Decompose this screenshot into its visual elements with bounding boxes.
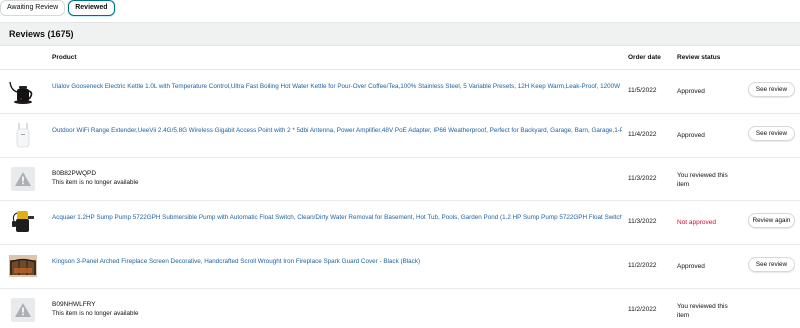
column-header-review-status: Review status bbox=[677, 54, 721, 61]
see-review-button[interactable]: See review bbox=[748, 82, 795, 97]
review-status: Approved bbox=[677, 88, 705, 95]
fireplace-screen-image[interactable] bbox=[8, 251, 38, 281]
reviews-panel: Reviews (1675) Product Order date Review… bbox=[0, 22, 800, 328]
product-title-link[interactable]: Ulalov Gooseneck Electric Kettle 1.0L wi… bbox=[52, 82, 622, 91]
sump-pump-image[interactable] bbox=[8, 207, 38, 237]
column-header-product: Product bbox=[52, 54, 77, 61]
table-row: Kingson 3-Panel Arched Fireplace Screen … bbox=[0, 245, 800, 289]
warning-icon bbox=[11, 166, 35, 191]
order-date: 11/3/2022 bbox=[628, 218, 657, 226]
product-asin: B09NHWLFRY bbox=[52, 300, 96, 308]
kettle-image[interactable] bbox=[8, 76, 38, 106]
unavailable-text: This item is no longer available bbox=[52, 309, 139, 317]
table-row: B09NHWLFRY This item is no longer availa… bbox=[0, 289, 800, 328]
product-title-link[interactable]: Kingson 3-Panel Arched Fireplace Screen … bbox=[52, 257, 622, 266]
product-title-link[interactable]: Outdoor WiFi Range Extender,UeeVii 2.4G/… bbox=[52, 126, 622, 135]
warning-icon bbox=[11, 297, 35, 322]
review-status: Not approved bbox=[677, 219, 717, 227]
tab-reviewed[interactable]: Reviewed bbox=[68, 0, 115, 16]
table-row: Ulalov Gooseneck Electric Kettle 1.0L wi… bbox=[0, 70, 800, 114]
table-row: Outdoor WiFi Range Extender,UeeVii 2.4G/… bbox=[0, 114, 800, 158]
access-point-image[interactable] bbox=[8, 120, 38, 150]
order-date: 11/2/2022 bbox=[628, 262, 657, 270]
product-asin: B0B82PWQPD bbox=[52, 169, 97, 177]
review-again-button[interactable]: Review again bbox=[748, 213, 795, 229]
panel-title: Reviews (1675) bbox=[9, 29, 74, 39]
order-date: 11/2/2022 bbox=[628, 305, 657, 313]
unavailable-text: This item is no longer available bbox=[52, 178, 139, 186]
review-status: You reviewed this item bbox=[677, 171, 728, 188]
unavailable-item-image bbox=[8, 295, 38, 325]
see-review-button[interactable]: See review bbox=[748, 257, 795, 273]
order-date: 11/4/2022 bbox=[628, 130, 657, 138]
review-status: Approved bbox=[677, 263, 705, 271]
order-date: 11/5/2022 bbox=[628, 87, 657, 94]
product-title-link[interactable]: Acquaer 1.2HP Sump Pump 5722GPH Submersi… bbox=[52, 213, 622, 222]
review-status: Approved bbox=[677, 131, 705, 139]
unavailable-item-image bbox=[8, 164, 38, 194]
see-review-button[interactable]: See review bbox=[748, 125, 795, 141]
column-header-order-date: Order date bbox=[628, 54, 661, 61]
tab-awaiting-review[interactable]: Awaiting Review bbox=[0, 0, 66, 16]
review-tabs: Awaiting Review Reviewed bbox=[0, 0, 115, 17]
table-header: Product Order date Review status bbox=[0, 46, 800, 70]
order-date: 11/3/2022 bbox=[628, 174, 657, 182]
table-row: Acquaer 1.2HP Sump Pump 5722GPH Submersi… bbox=[0, 201, 800, 246]
panel-header: Reviews (1675) bbox=[0, 23, 800, 46]
table-row: B0B82PWQPD This item is no longer availa… bbox=[0, 158, 800, 202]
review-status: You reviewed this item bbox=[677, 302, 728, 319]
